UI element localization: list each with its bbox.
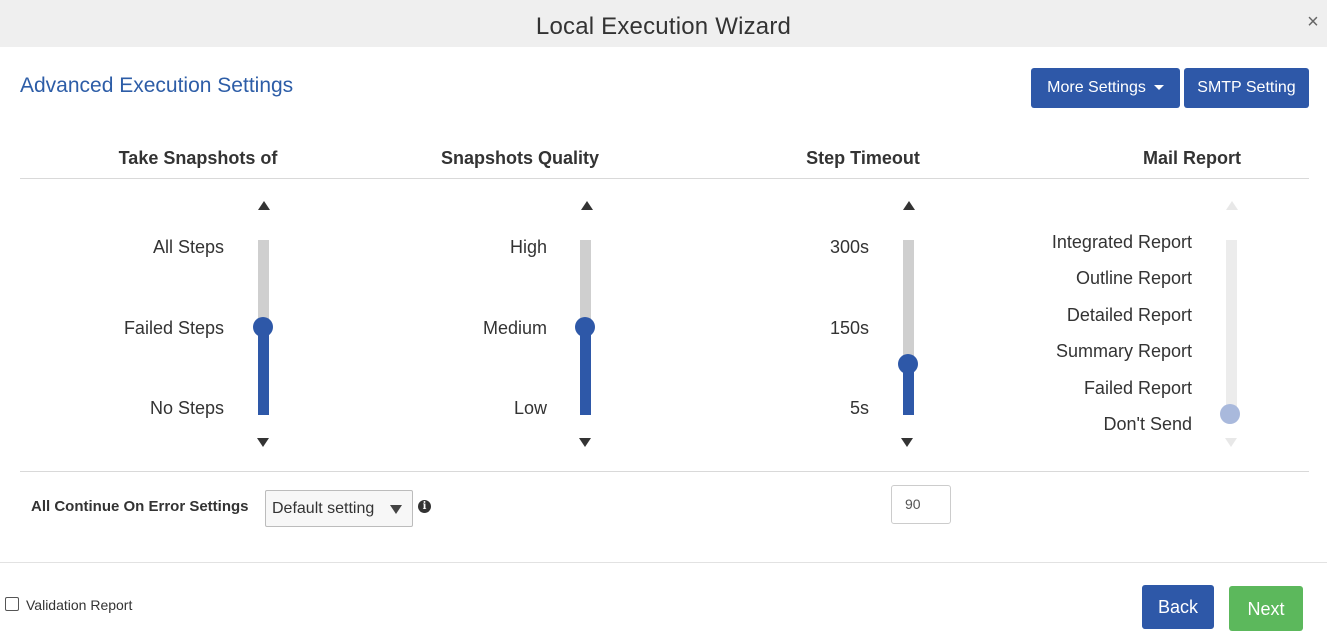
more-settings-label: More Settings bbox=[1047, 79, 1146, 96]
continue-on-error-select[interactable]: Default setting bbox=[265, 490, 413, 527]
continue-on-error-value: Default setting bbox=[272, 500, 375, 517]
mail-down-arrow-icon[interactable] bbox=[1225, 438, 1237, 447]
title-bar: Local Execution Wizard bbox=[0, 0, 1327, 47]
mail-option: Summary Report bbox=[1055, 341, 1192, 361]
mail-option: Integrated Report bbox=[1051, 232, 1192, 252]
caret-down-icon bbox=[1153, 85, 1164, 91]
quality-option: High bbox=[509, 237, 547, 257]
quality-fill bbox=[580, 327, 591, 415]
snapshots-down-arrow-icon[interactable] bbox=[257, 438, 269, 447]
heading-quality: Snapshots Quality bbox=[440, 148, 600, 168]
continue-on-error-label: All Continue On Error Settings bbox=[31, 498, 249, 515]
close-icon[interactable]: × bbox=[1305, 12, 1321, 32]
timeout-tick: 300s bbox=[829, 237, 869, 257]
quality-up-arrow-icon[interactable] bbox=[581, 201, 593, 210]
quality-option: Medium bbox=[482, 318, 547, 338]
timeout-thumb[interactable] bbox=[898, 354, 918, 374]
heading-timeout: Step Timeout bbox=[806, 148, 920, 168]
quality-down-arrow-icon[interactable] bbox=[579, 438, 591, 447]
snapshots-up-arrow-icon[interactable] bbox=[258, 201, 270, 210]
snapshots-thumb[interactable] bbox=[253, 317, 273, 337]
timeout-input[interactable]: 90 bbox=[891, 485, 951, 524]
next-label: Next bbox=[1247, 599, 1285, 619]
mail-track[interactable] bbox=[1226, 240, 1237, 415]
header-divider bbox=[20, 178, 1309, 179]
snapshots-option: All Steps bbox=[152, 237, 224, 257]
mail-up-arrow-icon[interactable] bbox=[1226, 201, 1238, 210]
heading-mail: Mail Report bbox=[1142, 148, 1242, 168]
dropdown-caret-icon bbox=[390, 505, 402, 514]
smtp-setting-button[interactable]: SMTP Setting bbox=[1184, 68, 1309, 108]
quality-option: Low bbox=[513, 398, 547, 418]
snapshots-option: Failed Steps bbox=[123, 318, 224, 338]
quality-thumb[interactable] bbox=[575, 317, 595, 337]
back-button[interactable]: Back bbox=[1142, 585, 1214, 629]
timeout-tick: 5s bbox=[849, 398, 869, 418]
settings-divider bbox=[20, 471, 1309, 472]
window-title: Local Execution Wizard bbox=[535, 13, 792, 40]
next-button[interactable]: Next bbox=[1229, 586, 1303, 631]
smtp-setting-label: SMTP Setting bbox=[1197, 79, 1296, 96]
info-icon[interactable]: i bbox=[418, 500, 431, 513]
validation-report-checkbox[interactable] bbox=[5, 597, 19, 611]
snapshots-fill bbox=[258, 327, 269, 415]
footer-divider bbox=[0, 562, 1327, 563]
mail-option: Detailed Report bbox=[1066, 305, 1192, 325]
section-title: Advanced Execution Settings bbox=[20, 74, 294, 97]
mail-option: Outline Report bbox=[1075, 268, 1192, 288]
mail-thumb[interactable] bbox=[1220, 404, 1240, 424]
timeout-up-arrow-icon[interactable] bbox=[903, 201, 915, 210]
more-settings-button[interactable]: More Settings bbox=[1031, 68, 1180, 108]
mail-option: Failed Report bbox=[1083, 378, 1192, 398]
validation-report-label[interactable]: Validation Report bbox=[26, 597, 132, 613]
mail-option: Don't Send bbox=[1103, 414, 1193, 434]
timeout-down-arrow-icon[interactable] bbox=[901, 438, 913, 447]
back-label: Back bbox=[1157, 597, 1199, 617]
timeout-tick: 150s bbox=[829, 318, 869, 338]
heading-snapshots: Take Snapshots of bbox=[118, 148, 278, 168]
snapshots-option: No Steps bbox=[149, 398, 224, 418]
